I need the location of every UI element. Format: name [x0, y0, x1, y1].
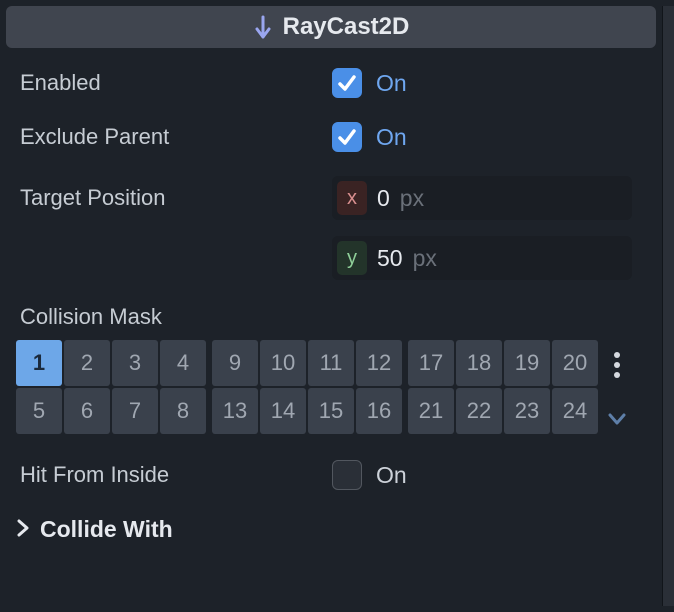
mask-layer-cell[interactable]: 8	[160, 388, 206, 434]
mask-layer-cell[interactable]: 9	[212, 340, 258, 386]
arrow-down-icon	[253, 15, 273, 39]
mask-layer-cell[interactable]: 4	[160, 340, 206, 386]
mask-layer-cell[interactable]: 11	[308, 340, 354, 386]
section-header[interactable]: RayCast2D	[6, 6, 656, 48]
exclude-parent-state-text: On	[376, 124, 407, 151]
mask-layer-cell[interactable]: 16	[356, 388, 402, 434]
mask-layer-cell[interactable]: 22	[456, 388, 502, 434]
unit-label: px	[413, 245, 437, 272]
property-row-target-position-y: y 50 px	[6, 232, 664, 292]
kebab-menu-icon[interactable]	[614, 348, 620, 382]
mask-block: 1234 5678	[16, 340, 206, 434]
axis-badge-y: y	[337, 241, 367, 275]
mask-layer-cell[interactable]: 1	[16, 340, 62, 386]
property-row-exclude-parent: Exclude Parent On	[6, 110, 664, 164]
enabled-state-text: On	[376, 70, 407, 97]
property-label: Exclude Parent	[20, 124, 320, 150]
target-position-y-value: 50	[377, 245, 403, 272]
mask-layer-cell[interactable]: 15	[308, 388, 354, 434]
property-label-collision-mask: Collision Mask	[6, 292, 664, 340]
inspector-panel: RayCast2D Enabled On Exclude Parent On T…	[0, 0, 674, 612]
mask-layer-cell[interactable]: 10	[260, 340, 306, 386]
mask-layer-cell[interactable]: 21	[408, 388, 454, 434]
unit-label: px	[400, 185, 424, 212]
mask-layer-cell[interactable]: 13	[212, 388, 258, 434]
collision-mask-grid: 123456789101112131415161718192021222324	[16, 340, 598, 434]
hit-from-inside-state-text: On	[376, 462, 407, 489]
mask-layer-cell[interactable]: 6	[64, 388, 110, 434]
target-position-y-field[interactable]: y 50 px	[332, 236, 632, 280]
mask-layer-cell[interactable]: 3	[112, 340, 158, 386]
property-label: Hit From Inside	[20, 462, 320, 488]
chevron-right-icon	[16, 516, 30, 543]
mask-layer-cell[interactable]: 18	[456, 340, 502, 386]
mask-layer-cell[interactable]: 20	[552, 340, 598, 386]
mask-layer-cell[interactable]: 17	[408, 340, 454, 386]
section-title: RayCast2D	[283, 13, 410, 41]
axis-badge-x: x	[337, 181, 367, 215]
scrollbar[interactable]	[662, 6, 674, 606]
mask-layer-cell[interactable]: 24	[552, 388, 598, 434]
mask-block: 9101112 13141516	[212, 340, 402, 434]
property-row-hit-from-inside: Hit From Inside On	[6, 448, 664, 502]
section-foldout-collide-with[interactable]: Collide With	[6, 502, 664, 553]
property-label: Enabled	[20, 70, 320, 96]
mask-layer-cell[interactable]: 7	[112, 388, 158, 434]
mask-block: 17181920 21222324	[408, 340, 598, 434]
target-position-x-field[interactable]: x 0 px	[332, 176, 632, 220]
target-position-x-value: 0	[377, 185, 390, 212]
property-row-target-position-x: Target Position x 0 px	[6, 164, 664, 232]
property-row-enabled: Enabled On	[6, 56, 664, 110]
mask-layer-cell[interactable]: 14	[260, 388, 306, 434]
chevron-down-icon[interactable]	[608, 406, 626, 432]
enabled-checkbox[interactable]	[332, 68, 362, 98]
property-label: Target Position	[20, 185, 320, 211]
collide-with-label: Collide With	[40, 516, 173, 543]
mask-layer-cell[interactable]: 12	[356, 340, 402, 386]
collision-mask-area: 123456789101112131415161718192021222324	[6, 340, 664, 434]
mask-layer-cell[interactable]: 2	[64, 340, 110, 386]
mask-layer-cell[interactable]: 23	[504, 388, 550, 434]
exclude-parent-checkbox[interactable]	[332, 122, 362, 152]
hit-from-inside-checkbox[interactable]	[332, 460, 362, 490]
mask-layer-cell[interactable]: 19	[504, 340, 550, 386]
mask-layer-cell[interactable]: 5	[16, 388, 62, 434]
